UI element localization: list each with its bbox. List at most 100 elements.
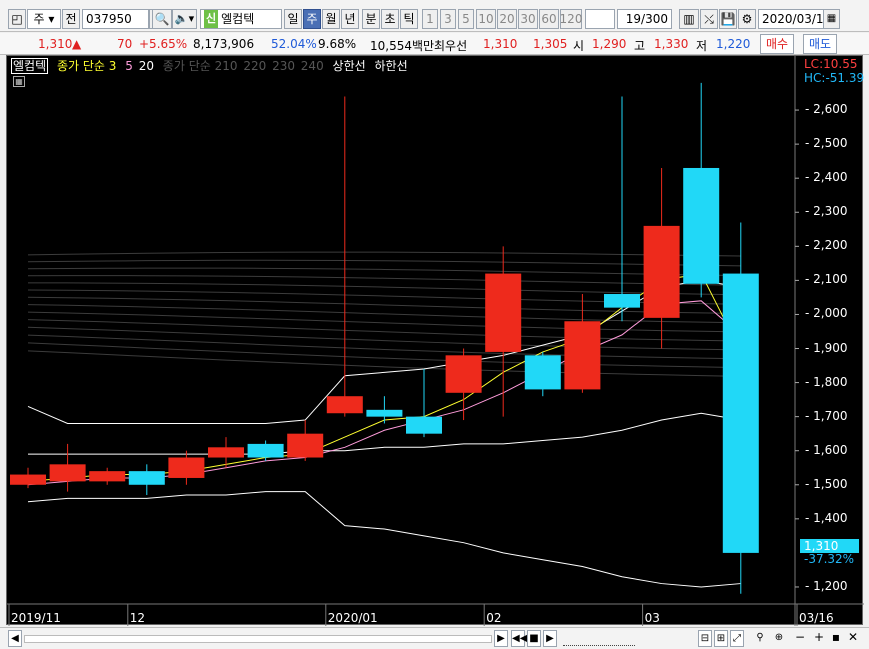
minute-option-60[interactable]: 60 [539,9,559,29]
best-ask: 1,310 [483,37,518,51]
code-input[interactable]: 037950 [82,9,149,29]
data-table-icon[interactable]: ▦ [13,76,25,87]
candle-body [168,457,205,478]
sell-button[interactable]: 매도 [803,34,838,54]
chart-style-icon[interactable]: ⤢ [730,630,744,647]
high-label: 고 [634,39,646,53]
buy-button[interactable]: 매수 [760,34,795,54]
ma5-line [27,300,742,486]
period-count-input[interactable] [585,9,615,29]
minus-icon[interactable]: − [793,630,807,647]
candle-body [89,471,126,482]
zoom-slider[interactable] [563,631,635,646]
period-tab-week[interactable]: 주 [303,9,321,29]
best-bid: 1,305 [533,37,568,51]
candle-body [445,355,482,393]
candle-body [485,273,522,352]
y-tick-label: - 1,700 [805,408,848,423]
minute-option-10[interactable]: 10 [476,9,496,29]
last-price-tag: 1,310 [800,539,859,553]
line-tool-icon[interactable]: ⤯ [700,9,718,29]
prev-button[interactable]: 전 [62,9,80,29]
legend-upper: 상한선 [332,59,366,73]
period-tab-year[interactable]: 년 [341,9,359,29]
speaker-icon[interactable]: 🔈▾ [172,9,197,29]
gear-icon[interactable]: ⚙ [738,9,756,29]
y-tick-label: - 2,000 [805,306,848,321]
volume: 8,173,906 [193,37,255,51]
close-icon[interactable]: ✕ [846,630,860,647]
prev-icon[interactable]: ▶ [494,630,508,647]
x-tick-label: 2020/01 [327,611,378,625]
calendar-icon[interactable]: ▦ [823,9,840,29]
candle-body [643,225,680,318]
interval-tab-minute[interactable]: 분 [362,9,380,29]
candlestick-chart[interactable] [7,56,864,626]
market-select[interactable]: 주 ▾ [27,9,61,29]
minute-option-120[interactable]: 120 [560,9,582,29]
y-tick-label: - 1,900 [805,340,848,355]
long-ma-line [27,259,741,267]
y-tick-label: - 1,600 [805,442,848,457]
interval-tab-second[interactable]: 초 [381,9,399,29]
candle-body [10,474,46,485]
y-tick-label: - 2,600 [805,102,848,117]
legend-ma220: 220 [243,59,267,73]
chart-legend: 엘컴텍 종가 단순 3 5 20 종가 단순 210 220 230 240 상… [11,57,413,74]
zoom-plus-icon[interactable]: ⊕ [772,630,786,647]
best-quote-label: 최우선 [434,39,468,53]
stock-name-field[interactable]: 신 엘컴텍 [200,9,282,29]
trade-amount: 10,554백만 [370,39,435,53]
play-icon[interactable]: ▶ [543,630,557,647]
minute-option-30[interactable]: 30 [518,9,538,29]
window-menu-icon[interactable]: ◰ [8,9,26,29]
save-icon[interactable]: 💾 [719,9,737,29]
collapse-icon[interactable]: ▪ [829,630,843,647]
rewind-icon[interactable]: ◀◀ [511,630,527,647]
count-field[interactable]: 19/300 [617,9,672,29]
y-tick-label: - 2,200 [805,238,848,253]
long-ma-line [27,267,741,277]
hc-label: HC:-51.39 [804,71,865,85]
y-tick-label: - 2,500 [805,136,848,151]
y-tick-label: - 2,100 [805,272,848,287]
current-price: 1,310 [38,37,73,51]
minute-option-3[interactable]: 3 [440,9,456,29]
x-tick-label: 02 [486,611,502,625]
legend-ma3: 종가 단순 3 [56,59,117,73]
stop-icon[interactable]: ■ [527,630,541,647]
legend-ma210: 종가 단순 210 [162,59,238,73]
y-tick-label: - 2,300 [805,204,848,219]
scroll-left-icon[interactable]: ◀ [8,630,22,647]
chart-panel[interactable]: 엘컴텍 종가 단순 3 5 20 종가 단순 210 220 230 240 상… [6,55,865,626]
x-tick-label: 03/16 [799,611,834,625]
legend-ma230: 230 [272,59,295,73]
period-tab-month[interactable]: 월 [322,9,340,29]
long-ma-line [27,342,741,369]
chart-type-icon[interactable]: ▥ [679,9,699,29]
minute-option-20[interactable]: 20 [497,9,517,29]
up-arrow-icon: ▲ [72,37,82,51]
interval-tab-tick[interactable]: 틱 [400,9,418,29]
plus-icon[interactable]: + [812,630,826,647]
search-icon[interactable]: 🔍 [152,9,172,29]
price-change: 70 [117,37,133,51]
zoom-fit-icon[interactable]: ⚲ [753,630,767,647]
y-tick-label: - 2,400 [805,170,848,185]
horizontal-scrollbar[interactable] [24,635,492,643]
zoom-in-icon[interactable]: ⊞ [714,630,728,647]
zoom-out-icon[interactable]: ⊟ [698,630,712,647]
minute-option-1[interactable]: 1 [422,9,438,29]
candle-body [604,294,640,308]
period-tab-day[interactable]: 일 [284,9,302,29]
candle-body [524,355,561,390]
candle-body [247,443,284,458]
candle-body [564,321,601,390]
long-ma-line [27,282,741,296]
legend-ma240: 240 [300,59,324,73]
minute-option-5[interactable]: 5 [458,9,474,29]
y-tick-label: - 1,500 [805,476,848,491]
candle-body [683,167,720,284]
candle-body [722,273,759,553]
legend-lower: 하한선 [374,59,408,73]
